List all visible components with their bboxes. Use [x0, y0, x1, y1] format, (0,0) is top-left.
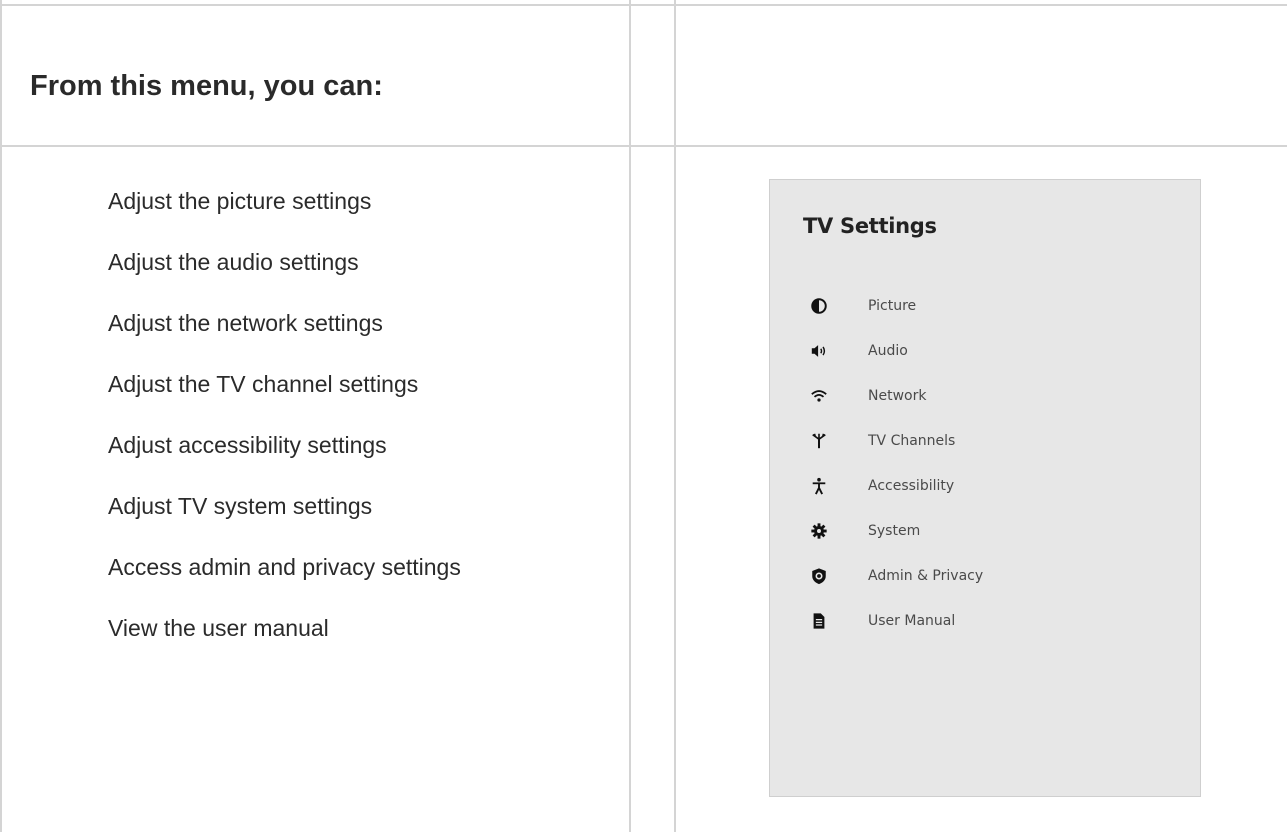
tv-menu-label: System — [868, 522, 921, 539]
tv-menu-label: Audio — [868, 342, 908, 359]
tv-menu-label: Network — [868, 387, 927, 404]
tv-menu-label: TV Channels — [868, 432, 956, 449]
shield-icon — [806, 563, 832, 589]
tv-menu-label: Admin & Privacy — [868, 567, 984, 584]
list-item: Adjust the audio settings — [108, 249, 359, 275]
table-border-top — [0, 4, 1287, 6]
accessibility-icon — [806, 473, 832, 499]
table-heading: From this menu, you can: — [30, 70, 383, 102]
tv-menu-item-audio: Audio — [806, 328, 983, 373]
tv-menu-item-accessibility: Accessibility — [806, 463, 983, 508]
list-item: Access admin and privacy settings — [108, 554, 461, 580]
wifi-icon — [806, 383, 832, 409]
tv-settings-menu: Picture Audio Network TV Channels Access… — [806, 283, 983, 643]
tv-settings-screenshot: TV Settings Picture Audio Network TV Cha… — [769, 179, 1201, 797]
tv-menu-item-network: Network — [806, 373, 983, 418]
list-item: View the user manual — [108, 615, 329, 641]
audio-icon — [806, 338, 832, 364]
tv-menu-item-picture: Picture — [806, 283, 983, 328]
gear-icon — [806, 518, 832, 544]
antenna-icon — [806, 428, 832, 454]
tv-menu-item-admin-privacy: Admin & Privacy — [806, 553, 983, 598]
tv-settings-title: TV Settings — [803, 214, 937, 238]
manual-icon — [806, 608, 832, 634]
tv-menu-label: User Manual — [868, 612, 956, 629]
tv-menu-item-system: System — [806, 508, 983, 553]
table-row-divider — [0, 145, 1287, 147]
list-item: Adjust the network settings — [108, 310, 383, 336]
tv-menu-label: Accessibility — [868, 477, 955, 494]
table-divider-1 — [629, 0, 631, 832]
ability-list: Adjust the picture settings Adjust the a… — [108, 183, 461, 671]
picture-icon — [806, 293, 832, 319]
table-border-left — [0, 0, 2, 832]
list-item: Adjust the picture settings — [108, 188, 372, 214]
list-item: Adjust TV system settings — [108, 493, 373, 519]
tv-menu-item-user-manual: User Manual — [806, 598, 983, 643]
list-item: Adjust the TV channel settings — [108, 371, 419, 397]
table-divider-2 — [674, 0, 676, 832]
tv-menu-label: Picture — [868, 297, 917, 314]
tv-menu-item-tv-channels: TV Channels — [806, 418, 983, 463]
list-item: Adjust accessibility settings — [108, 432, 387, 458]
